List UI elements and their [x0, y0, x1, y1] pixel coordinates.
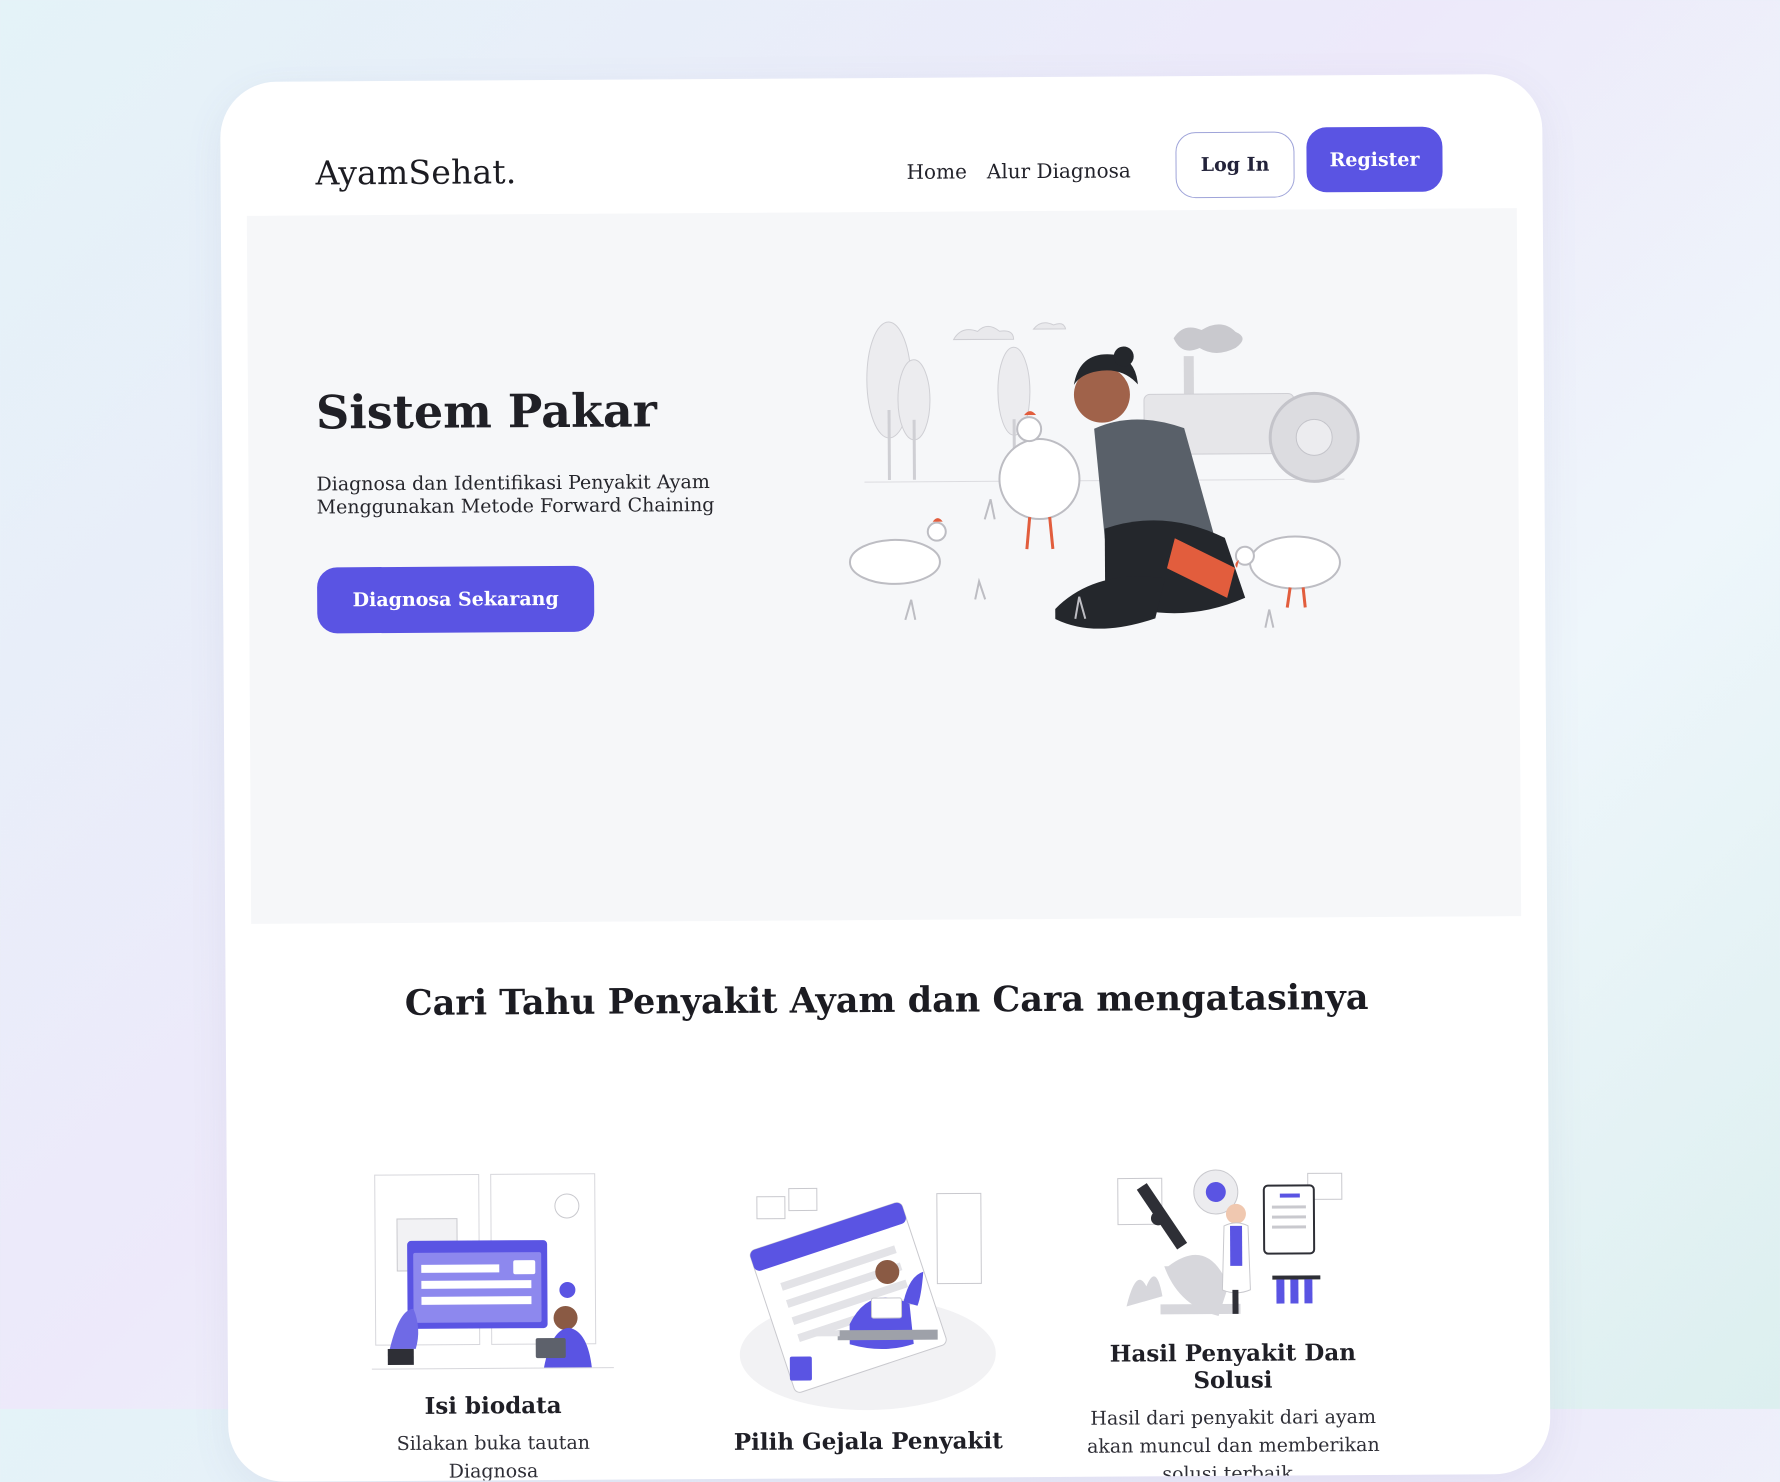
hero-section: Sistem Pakar Diagnosa dan Identifikasi P… — [247, 208, 1521, 924]
feature-card-biodata: Isi biodata Silakan buka tautan Diagnosa — [357, 1168, 629, 1482]
microscope-lab-illustration — [1112, 1165, 1353, 1326]
feature-card-hasil: Hasil Penyakit Dan Solusi Hasil dari pen… — [1082, 1165, 1384, 1482]
biodata-form-illustration — [367, 1168, 618, 1380]
login-button[interactable]: Log In — [1175, 131, 1294, 198]
feature-title: Pilih Gejala Penyakit — [723, 1427, 1013, 1456]
feature-text — [723, 1464, 1013, 1466]
nav-home[interactable]: Home — [907, 159, 967, 183]
hero-subtitle: Diagnosa dan Identifikasi Penyakit Ayam … — [316, 471, 736, 520]
nav-alur-diagnosa[interactable]: Alur Diagnosa — [987, 158, 1131, 183]
hero-title: Sistem Pakar — [316, 383, 657, 439]
diagnosa-sekarang-button[interactable]: Diagnosa Sekarang — [317, 566, 594, 634]
register-button[interactable]: Register — [1306, 127, 1442, 193]
section-title: Cari Tahu Penyakit Ayam dan Cara mengata… — [226, 976, 1548, 1025]
feature-text: Hasil dari penyakit dari ayam akan muncu… — [1083, 1403, 1384, 1482]
feature-title: Isi biodata — [358, 1392, 628, 1421]
new-entry-form-illustration — [737, 1173, 998, 1415]
feature-card-gejala: Pilih Gejala Penyakit — [722, 1173, 1014, 1466]
page-card: AyamSehat. Home Alur Diagnosa Log In Reg… — [220, 74, 1551, 1482]
main-nav: Home Alur Diagnosa — [907, 158, 1131, 183]
feature-text: Silakan buka tautan Diagnosa — [358, 1429, 628, 1482]
farmer-with-chickens-illustration — [843, 297, 1405, 670]
feature-title: Hasil Penyakit Dan Solusi — [1083, 1339, 1383, 1395]
site-logo[interactable]: AyamSehat. — [315, 152, 516, 192]
